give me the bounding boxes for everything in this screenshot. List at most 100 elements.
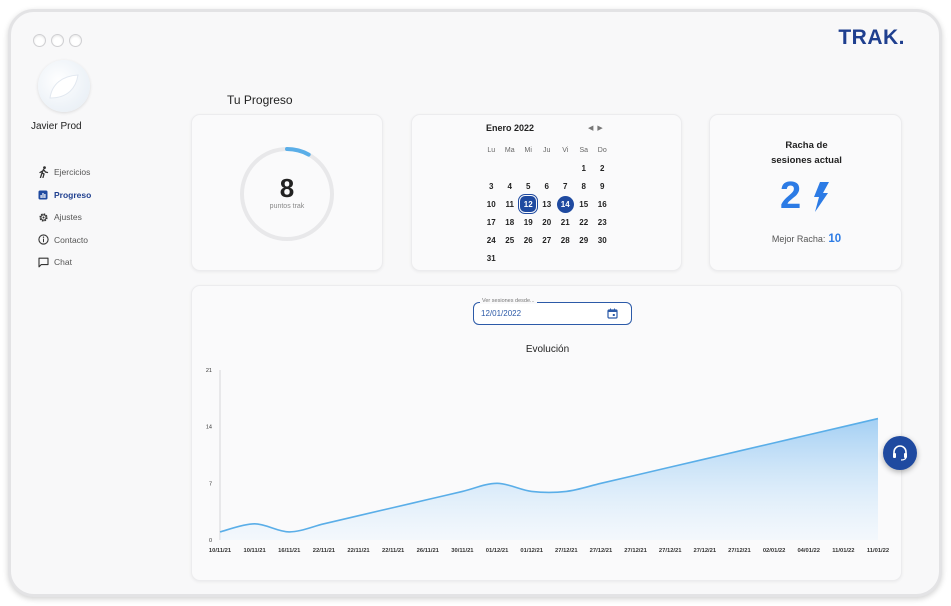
chart-card: Ver sesiones desde... 12/01/2022 Evoluci… <box>191 285 902 581</box>
calendar-day[interactable]: 3 <box>482 177 501 195</box>
avatar[interactable] <box>38 60 90 112</box>
calendar-day-selected[interactable]: 12 <box>518 194 539 214</box>
sidebar-item-label: Ajustes <box>54 212 82 223</box>
sidebar-item-chat[interactable]: Chat <box>37 251 91 274</box>
streak-title-line1: Racha de <box>785 140 828 151</box>
chat-bubble-icon <box>37 256 49 268</box>
calendar-day[interactable]: 27 <box>538 231 557 249</box>
calendar-day[interactable]: 6 <box>538 177 557 195</box>
calendar-nav: ◀ ▶ <box>588 124 603 132</box>
calendar-day[interactable]: 24 <box>482 231 501 249</box>
avatar-leaf-icon <box>49 74 79 99</box>
weekday-header: Sa <box>579 146 589 154</box>
points-label: puntos trak <box>269 203 305 210</box>
x-tick-label: 27/12/21 <box>590 548 613 554</box>
sidebar-item-progreso[interactable]: Progreso <box>37 184 91 207</box>
points-value: 8 <box>279 173 295 203</box>
sidebar-item-label: Chat <box>54 257 72 268</box>
next-month-icon[interactable]: ▶ <box>597 124 602 132</box>
calendar-day[interactable]: 10 <box>482 195 501 213</box>
best-streak-value: 10 <box>828 233 842 245</box>
calendar-empty-cell <box>538 159 557 177</box>
x-tick-label: 01/12/21 <box>520 548 543 554</box>
calendar-day[interactable]: 4 <box>501 177 520 195</box>
x-tick-label: 10/11/21 <box>244 548 267 554</box>
evolution-chart: 0 7 14 21 10/11/21 10/11/21 16/11/21 22/11/21 22… <box>206 368 889 554</box>
streak-card: Racha de sesiones actual 2 Mejor Racha: 1… <box>709 114 902 271</box>
y-tick-label: 7 <box>209 481 212 487</box>
weekday-header: Ma <box>504 146 515 154</box>
app-logo: TRAK. <box>838 26 905 49</box>
calendar-day[interactable]: 22 <box>575 213 594 231</box>
calendar-day[interactable]: 19 <box>519 213 538 231</box>
sidebar-item-ejercicios[interactable]: Ejercicios <box>37 161 91 184</box>
calendar-day[interactable]: 13 <box>538 195 557 213</box>
calendar-day[interactable]: 7 <box>556 177 575 195</box>
x-tick-label: 27/12/21 <box>694 548 717 554</box>
calendar-empty-cell <box>482 159 501 177</box>
weekday-header: Vi <box>562 146 569 154</box>
calendar-day[interactable]: 17 <box>482 213 501 231</box>
calendar-day[interactable]: 21 <box>556 213 575 231</box>
calendar-day[interactable]: 8 <box>575 177 594 195</box>
y-tick-label: 14 <box>206 425 212 431</box>
x-tick-label: 10/11/21 <box>209 548 232 554</box>
calendar-grid: Lu Ma Mi Ju Vi Sa Do 1 2 3 4 5 6 7 8 9 10 11 12 13 14 15 16 17 1… <box>482 141 612 267</box>
calendar-empty-cell <box>501 159 520 177</box>
x-tick-label: 22/11/21 <box>382 548 405 554</box>
points-ring: 8 puntos trak <box>238 145 336 243</box>
weekday-header: Ju <box>543 146 551 154</box>
y-tick-label: 0 <box>209 538 212 544</box>
calendar-day[interactable]: 2 <box>593 159 612 177</box>
calendar-day[interactable]: 25 <box>501 231 520 249</box>
window-maximize-button[interactable] <box>69 34 82 47</box>
x-tick-label: 02/01/22 <box>763 548 786 554</box>
gear-icon <box>37 211 49 223</box>
calendar-day[interactable]: 1 <box>575 159 594 177</box>
best-streak: Mejor Racha: 10 <box>710 233 903 245</box>
x-tick-label: 22/11/21 <box>313 548 336 554</box>
calendar-day[interactable]: 28 <box>556 231 575 249</box>
points-card: 8 puntos trak <box>191 114 383 271</box>
walking-person-icon <box>37 166 49 179</box>
x-tick-label: 11/01/22 <box>832 548 854 554</box>
calendar-day[interactable]: 20 <box>538 213 557 231</box>
sidebar-item-ajustes[interactable]: Ajustes <box>37 206 91 229</box>
x-tick-label: 26/11/21 <box>417 548 440 554</box>
calendar-empty-cell <box>519 159 538 177</box>
sidebar-item-label: Ejercicios <box>54 167 91 178</box>
x-tick-label: 27/12/21 <box>728 548 751 554</box>
calendar-empty-cell <box>556 159 575 177</box>
calendar-day[interactable]: 30 <box>593 231 612 249</box>
x-tick-label: 16/11/21 <box>278 548 301 554</box>
weekday-header: Mi <box>524 146 532 154</box>
weekday-header: Do <box>597 146 607 154</box>
support-button[interactable] <box>883 436 917 470</box>
x-tick-label: 01/12/21 <box>486 548 509 554</box>
streak-title-line2: sesiones actual <box>771 155 842 166</box>
calendar-day[interactable]: 31 <box>482 249 501 267</box>
calendar-day[interactable]: 11 <box>501 195 520 213</box>
x-tick-label: 27/12/21 <box>624 548 647 554</box>
weekday-header: Lu <box>487 146 496 154</box>
calendar-day[interactable]: 26 <box>519 231 538 249</box>
calendar-day-today[interactable]: 14 <box>556 195 575 213</box>
window-minimize-button[interactable] <box>51 34 64 47</box>
lightning-icon <box>814 182 829 212</box>
calendar-day[interactable]: 29 <box>575 231 594 249</box>
sidebar-item-label: Progreso <box>54 189 92 200</box>
calendar-day[interactable]: 15 <box>575 195 594 213</box>
window-controls <box>33 34 82 47</box>
calendar-day[interactable]: 23 <box>593 213 612 231</box>
x-tick-label: 30/11/21 <box>451 548 474 554</box>
calendar-day[interactable]: 5 <box>519 177 538 195</box>
window-close-button[interactable] <box>33 34 46 47</box>
sidebar-item-contacto[interactable]: Contacto <box>37 229 91 252</box>
streak-title: Racha de sesiones actual <box>710 138 903 168</box>
prev-month-icon[interactable]: ◀ <box>588 124 593 132</box>
calendar-day[interactable]: 9 <box>593 177 612 195</box>
x-tick-label: 27/12/21 <box>659 548 682 554</box>
best-streak-label: Mejor Racha: <box>771 234 826 244</box>
calendar-day[interactable]: 16 <box>593 195 612 213</box>
calendar-day[interactable]: 18 <box>501 213 520 231</box>
